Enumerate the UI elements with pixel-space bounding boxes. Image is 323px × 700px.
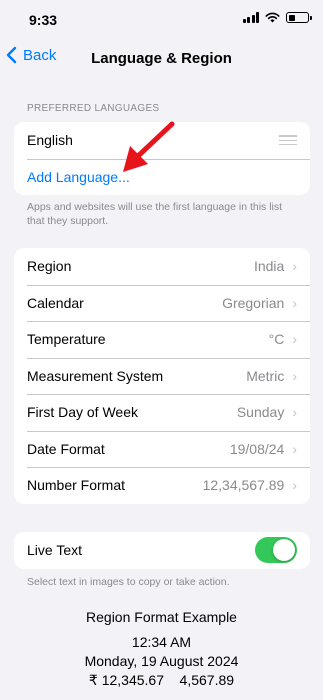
region-format-example-title: Region Format Example xyxy=(86,609,237,625)
setting-value: India xyxy=(253,258,285,275)
preferred-languages-header: PREFERRED LANGUAGES xyxy=(27,103,160,114)
example-date: Monday, 19 August 2024 xyxy=(84,653,239,669)
setting-row-region[interactable]: Region India › xyxy=(14,248,310,285)
reorder-handle-icon[interactable] xyxy=(279,135,297,146)
live-text-card: Live Text xyxy=(14,532,310,569)
annotation-arrow-icon xyxy=(123,121,175,172)
chevron-right-icon: › xyxy=(292,440,297,457)
setting-label: Date Format xyxy=(27,440,105,457)
setting-row-number-format[interactable]: Number Format 12,34,567.89 › xyxy=(14,467,310,504)
preferred-languages-note: Apps and websites will use the first lan… xyxy=(27,201,283,227)
setting-value: 19/08/24 xyxy=(229,440,285,457)
setting-value: Sunday xyxy=(236,404,285,421)
setting-row-date-format[interactable]: Date Format 19/08/24 › xyxy=(14,430,310,468)
live-text-note: Select text in images to copy or take ac… xyxy=(27,576,230,588)
setting-row-measurement-system[interactable]: Measurement System Metric › xyxy=(14,357,310,395)
setting-value: Gregorian xyxy=(222,294,285,311)
setting-row-first-day-of-week[interactable]: First Day of Week Sunday › xyxy=(14,394,310,431)
chevron-right-icon: › xyxy=(292,404,297,421)
example-time: 12:34 AM xyxy=(131,634,192,650)
status-bar: 9:33 xyxy=(0,0,323,40)
setting-label: First Day of Week xyxy=(27,404,138,421)
setting-label: Region xyxy=(27,258,72,275)
page-title: Language & Region xyxy=(91,50,232,67)
region-settings-card: Region India › Calendar Gregorian › Temperatur… xyxy=(14,248,310,504)
example-numbers: ₹ 12,345.67 4,567.89 xyxy=(88,672,235,688)
live-text-row: Live Text xyxy=(14,532,310,569)
chevron-right-icon: › xyxy=(292,477,297,494)
battery-icon xyxy=(286,12,312,23)
chevron-right-icon: › xyxy=(292,331,297,348)
setting-value: °C xyxy=(268,331,285,348)
cellular-signal-icon xyxy=(242,12,259,23)
live-text-label: Live Text xyxy=(27,542,82,559)
setting-label: Calendar xyxy=(27,294,84,311)
navigation-bar: Back Language & Region xyxy=(0,40,323,76)
setting-label: Number Format xyxy=(27,477,126,494)
setting-value: Metric xyxy=(246,367,285,384)
setting-row-temperature[interactable]: Temperature °C › xyxy=(14,321,310,358)
setting-label: Temperature xyxy=(27,331,106,348)
chevron-right-icon: › xyxy=(292,258,297,275)
chevron-right-icon: › xyxy=(292,367,297,384)
chevron-right-icon: › xyxy=(292,294,297,311)
setting-value: 12,34,567.89 xyxy=(202,477,285,494)
status-icons xyxy=(242,12,312,23)
setting-label: Measurement System xyxy=(27,367,164,384)
setting-row-calendar[interactable]: Calendar Gregorian › xyxy=(14,284,310,322)
live-text-toggle[interactable] xyxy=(255,537,297,564)
status-time: 9:33 xyxy=(29,12,58,28)
wifi-icon xyxy=(265,12,280,23)
